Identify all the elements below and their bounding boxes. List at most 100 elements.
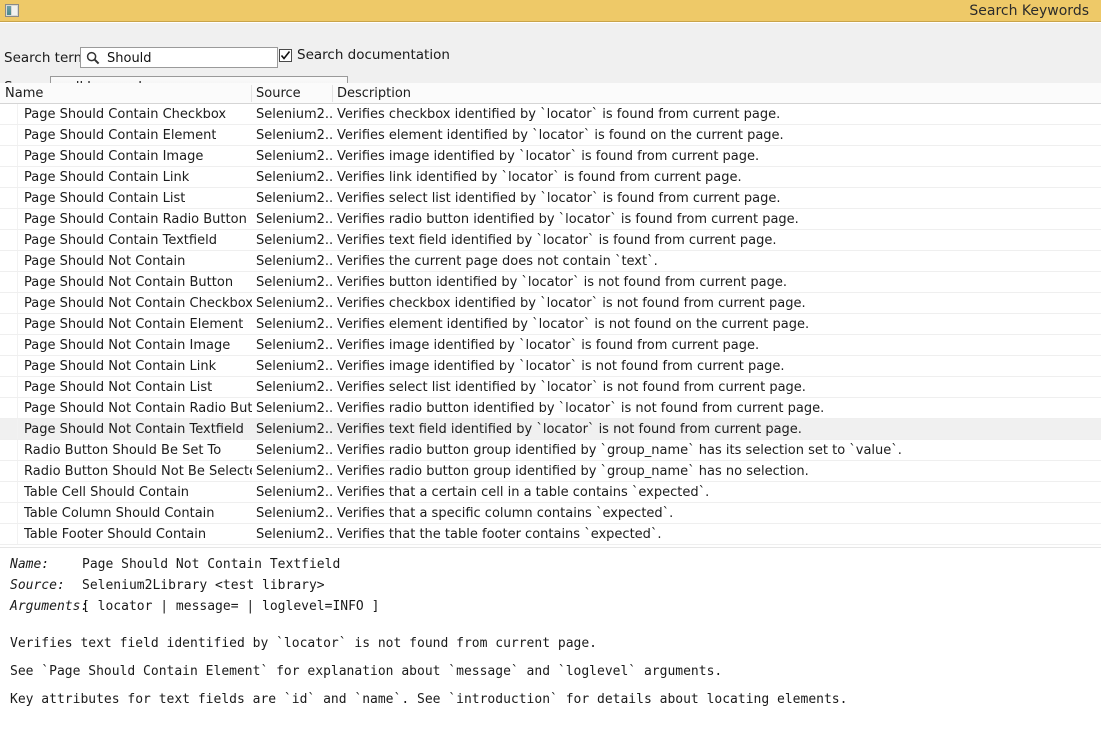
cell-name: Page Should Contain List — [24, 188, 185, 209]
table-row[interactable]: Page Should Contain Checkbox Selenium2...… — [0, 104, 1101, 125]
cell-name: Page Should Contain Link — [24, 167, 189, 188]
cell-source: Selenium2... — [256, 482, 332, 503]
search-documentation-label: Search documentation — [297, 47, 450, 64]
cell-name: Table Footer Should Contain — [24, 524, 206, 545]
table-row[interactable]: Page Should Not Contain Image Selenium2..… — [0, 335, 1101, 356]
cell-name: Page Should Contain Radio Button — [24, 209, 247, 230]
cell-source: Selenium2... — [256, 125, 332, 146]
check-icon — [280, 50, 291, 61]
window-title: Search Keywords — [969, 1, 1089, 21]
cell-description: Verifies that a certain cell in a table … — [337, 482, 709, 503]
table-row[interactable]: Page Should Not Contain CheckboxSelenium… — [0, 293, 1101, 314]
table-row[interactable]: Page Should Contain Link Selenium2...Veri… — [0, 167, 1101, 188]
cell-source: Selenium2... — [256, 272, 332, 293]
cell-name: Radio Button Should Not Be Selected — [24, 461, 252, 482]
cell-description: Verifies text field identified by `locat… — [337, 419, 802, 440]
row-gutter — [0, 293, 18, 313]
cell-source: Selenium2... — [256, 167, 332, 188]
table-row[interactable]: Page Should Not Contain Button Selenium2.… — [0, 272, 1101, 293]
table-row[interactable]: Table Column Should ContainSelenium2...V… — [0, 503, 1101, 524]
cell-description: Verifies checkbox identified by `locator… — [337, 293, 806, 314]
row-gutter — [0, 188, 18, 208]
row-gutter — [0, 209, 18, 229]
cell-name: Page Should Not Contain Button — [24, 272, 233, 293]
cell-name: Page Should Not Contain List — [24, 377, 212, 398]
table-row[interactable]: Table Footer Should ContainSelenium2...V… — [0, 524, 1101, 545]
cell-source: Selenium2... — [256, 188, 332, 209]
row-gutter — [0, 440, 18, 460]
table-row[interactable]: Page Should Contain List Selenium2...Veri… — [0, 188, 1101, 209]
cell-description: Verifies link identified by `locator` is… — [337, 167, 742, 188]
column-header-source[interactable]: Source — [256, 83, 301, 104]
row-gutter — [0, 272, 18, 292]
row-gutter — [0, 398, 18, 418]
cell-name: Page Should Not Contain — [24, 251, 185, 272]
detail-doc-paragraph: See `Page Should Contain Element` for ex… — [10, 663, 722, 681]
row-gutter — [0, 524, 18, 544]
row-gutter — [0, 419, 18, 439]
cell-name: Page Should Not Contain Element — [24, 314, 243, 335]
cell-name: Page Should Contain Checkbox — [24, 104, 226, 125]
cell-source: Selenium2... — [256, 146, 332, 167]
cell-source: Selenium2... — [256, 104, 332, 125]
cell-source: Selenium2... — [256, 230, 332, 251]
search-input[interactable]: Should — [80, 47, 278, 68]
cell-source: Selenium2... — [256, 335, 332, 356]
detail-name-label: Name: — [10, 555, 49, 574]
table-row[interactable]: Radio Button Should Not Be SelectedSelen… — [0, 461, 1101, 482]
cell-description: Verifies checkbox identified by `locator… — [337, 104, 780, 125]
cell-name: Page Should Not Contain Checkbox — [24, 293, 252, 314]
column-header-description[interactable]: Description — [337, 83, 411, 104]
row-gutter — [0, 104, 18, 124]
cell-description: Verifies image identified by `locator` i… — [337, 146, 759, 167]
cell-description: Verifies element identified by `locator`… — [337, 125, 784, 146]
cell-description: Verifies image identified by `locator` i… — [337, 356, 785, 377]
table-row[interactable]: Page Should Not Contain Textfield Seleniu… — [0, 419, 1101, 440]
row-gutter — [0, 251, 18, 271]
cell-description: Verifies select list identified by `loca… — [337, 377, 806, 398]
cell-name: Table Cell Should Contain — [24, 482, 189, 503]
cell-description: Verifies radio button identified by `loc… — [337, 398, 824, 419]
column-header-name[interactable]: Name — [5, 83, 43, 104]
table-row[interactable]: Page Should Not Contain LinkSelenium2...… — [0, 356, 1101, 377]
keywords-table[interactable]: Name Source Description Page Should Cont… — [0, 83, 1101, 547]
table-row[interactable]: Page Should Not Contain Element Selenium2… — [0, 314, 1101, 335]
table-row[interactable]: Page Should Contain Textfield Selenium2..… — [0, 230, 1101, 251]
table-row[interactable]: Table Cell Should Contain Selenium2...Ver… — [0, 482, 1101, 503]
row-gutter — [0, 167, 18, 187]
cell-source: Selenium2... — [256, 314, 332, 335]
cell-description: Verifies text field identified by `locat… — [337, 230, 777, 251]
table-row[interactable]: Page Should Contain ElementSelenium2...V… — [0, 125, 1101, 146]
search-icon — [86, 51, 100, 65]
checkbox-box[interactable] — [279, 49, 292, 62]
detail-arguments-value: [ locator | message= | loglevel=INFO ] — [82, 597, 379, 616]
table-row[interactable]: Page Should Contain Image Selenium2...Ver… — [0, 146, 1101, 167]
detail-doc-paragraph: Verifies text field identified by `locat… — [10, 635, 597, 653]
cell-name: Page Should Contain Textfield — [24, 230, 217, 251]
cell-source: Selenium2... — [256, 293, 332, 314]
detail-source-label: Source: — [10, 576, 65, 595]
cell-name: Page Should Not Contain Textfield — [24, 419, 244, 440]
table-row[interactable]: Page Should Not ContainSelenium2...Verif… — [0, 251, 1101, 272]
cell-description: Verifies that a specific column contains… — [337, 503, 673, 524]
cell-source: Selenium2... — [256, 440, 332, 461]
table-row[interactable]: Page Should Not Contain Radio Butt...Sel… — [0, 398, 1101, 419]
cell-description: Verifies that the table footer contains … — [337, 524, 662, 545]
cell-description: Verifies button identified by `locator` … — [337, 272, 787, 293]
keyword-detail-panel: Name: Page Should Not Contain Textfield … — [0, 547, 1101, 753]
cell-description: Verifies select list identified by `loca… — [337, 188, 781, 209]
cell-source: Selenium2... — [256, 503, 332, 524]
cell-name: Page Should Not Contain Image — [24, 335, 230, 356]
table-row[interactable]: Radio Button Should Be Set ToSelenium2..… — [0, 440, 1101, 461]
row-gutter — [0, 461, 18, 481]
cell-description: Verifies radio button group identified b… — [337, 440, 902, 461]
row-gutter — [0, 230, 18, 250]
table-row[interactable]: Page Should Not Contain ListSelenium2...… — [0, 377, 1101, 398]
search-term-label: Search term: — [4, 50, 91, 66]
row-gutter — [0, 335, 18, 355]
cell-name: Page Should Contain Image — [24, 146, 203, 167]
cell-source: Selenium2... — [256, 419, 332, 440]
table-row[interactable]: Page Should Contain Radio ButtonSelenium… — [0, 209, 1101, 230]
cell-source: Selenium2... — [256, 461, 332, 482]
row-gutter — [0, 356, 18, 376]
